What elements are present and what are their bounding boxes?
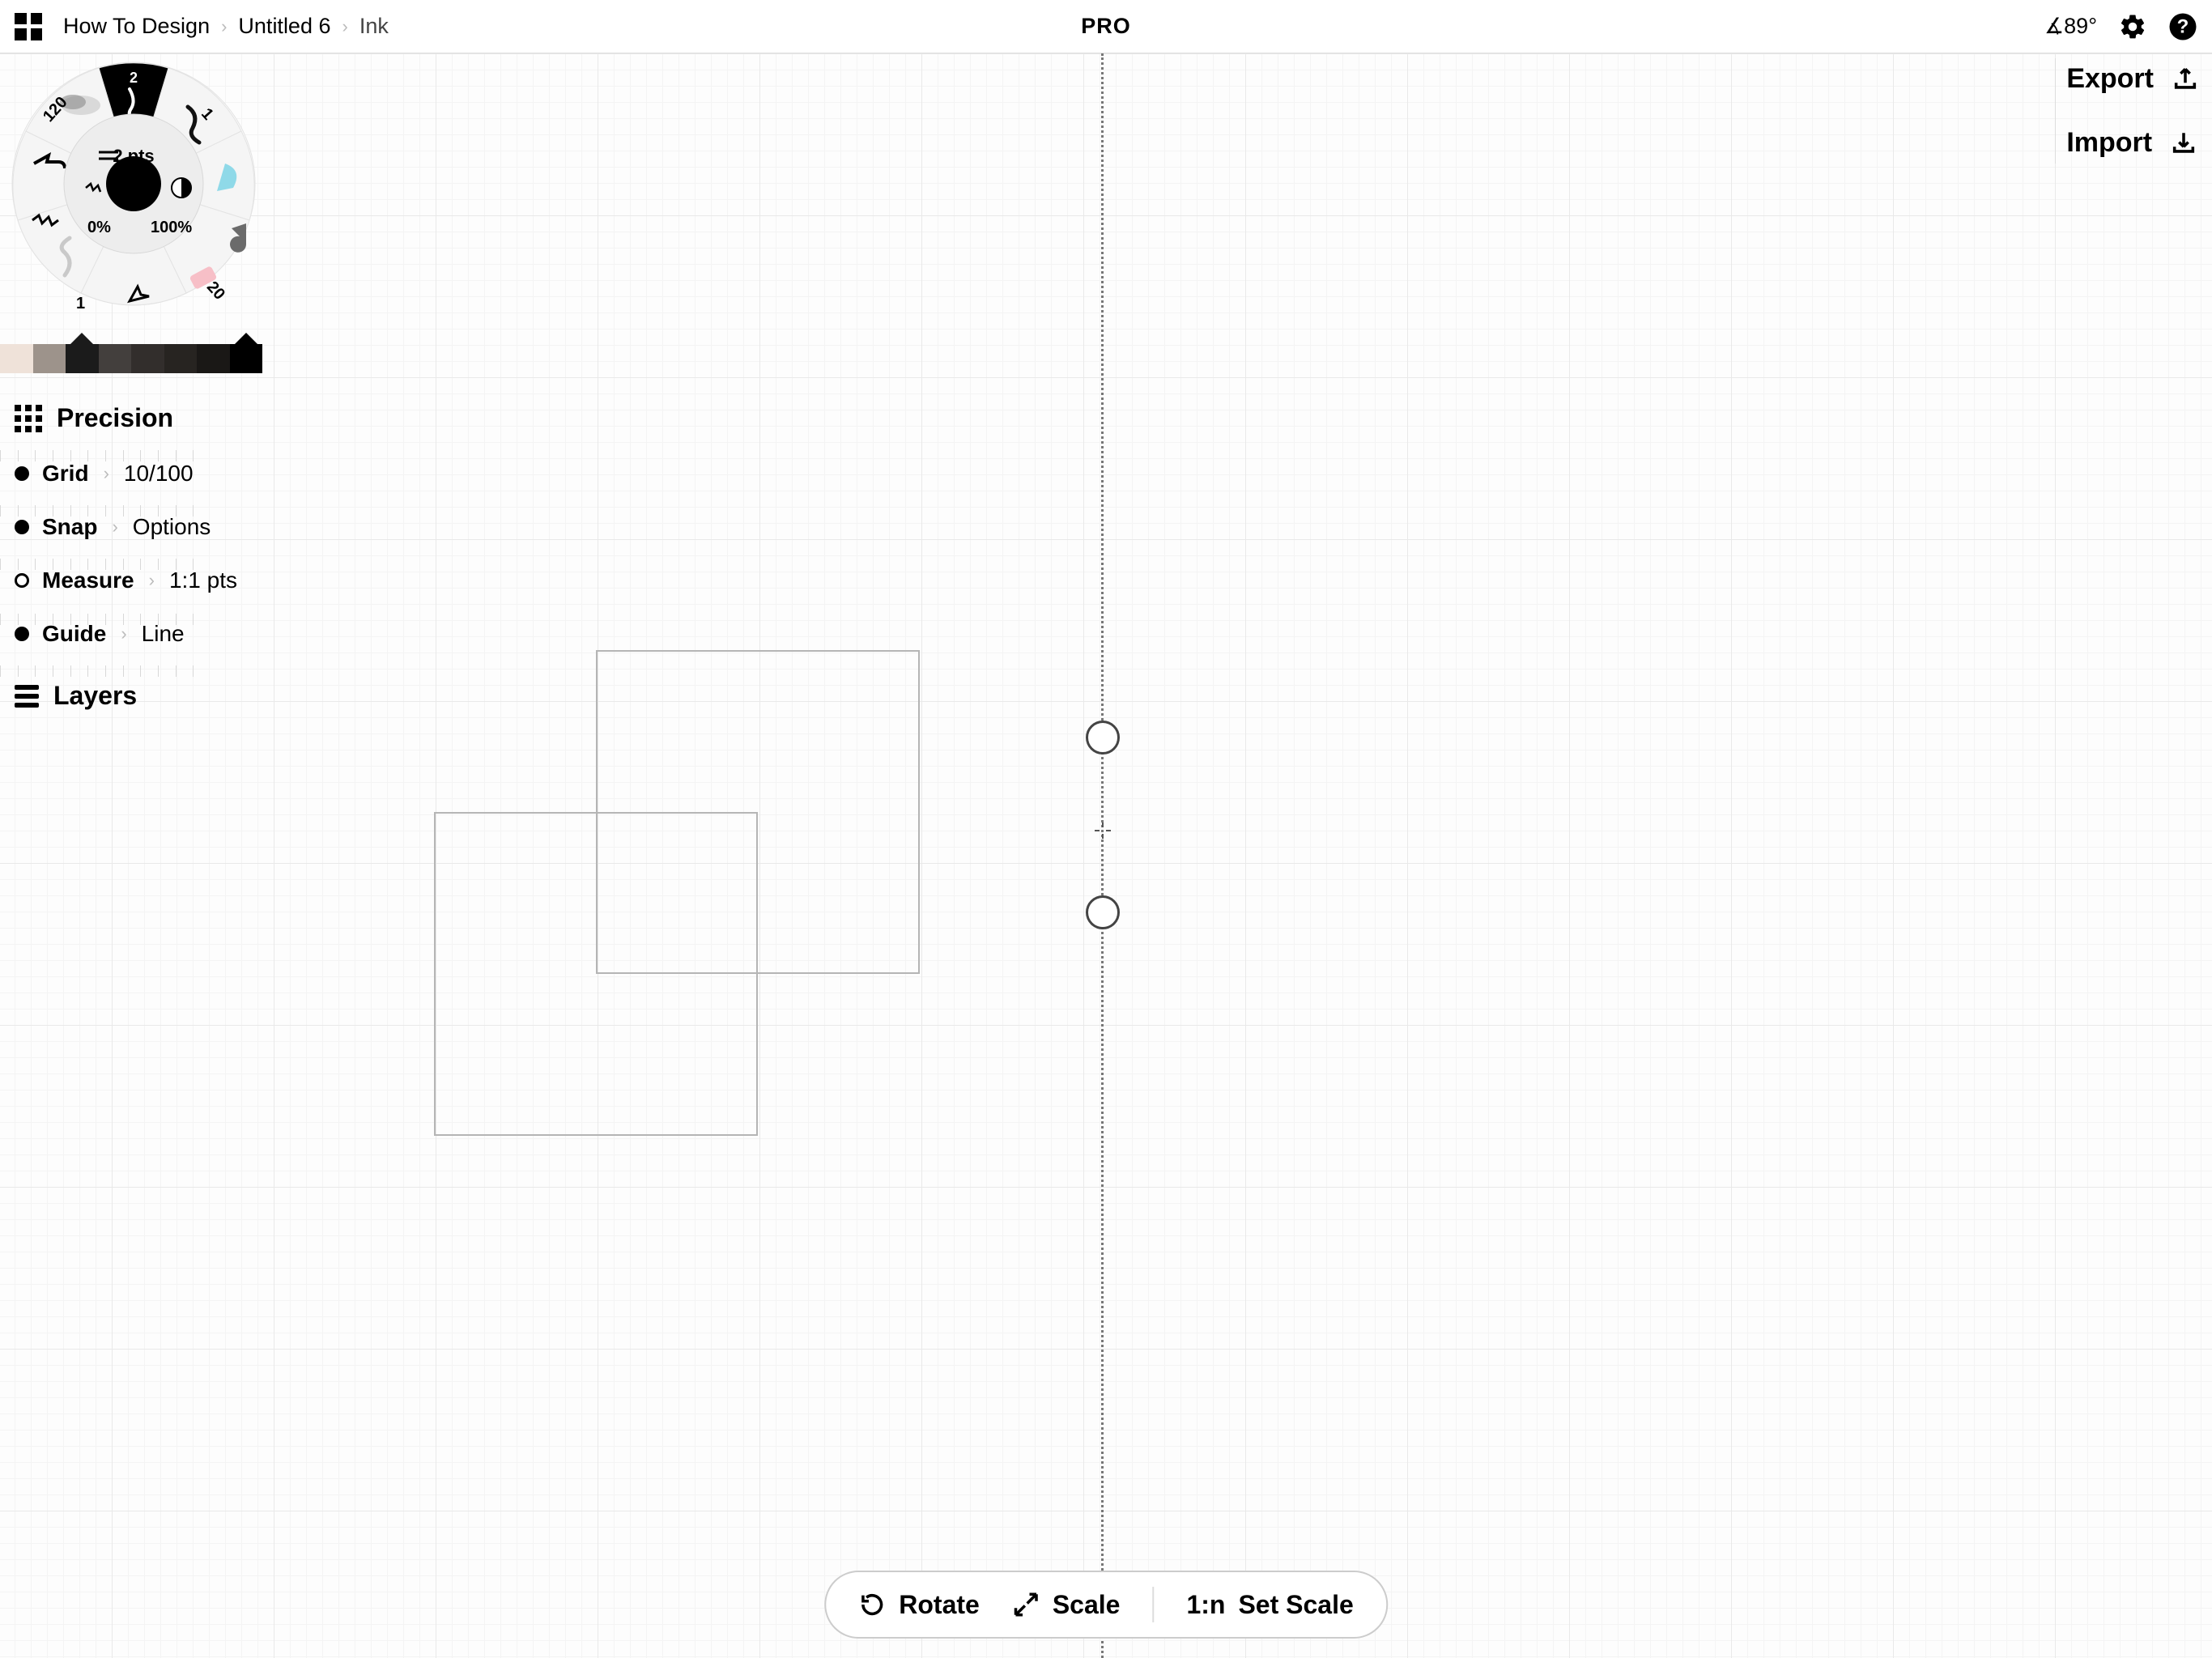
angle-readout[interactable]: ∡89°: [2044, 14, 2097, 39]
precision-row-snap[interactable]: Snap › Options: [15, 514, 237, 540]
color-swatch[interactable]: [230, 344, 263, 373]
segment-label: 1: [76, 295, 85, 313]
precision-row-guide[interactable]: Guide › Line: [15, 621, 237, 647]
color-swatch[interactable]: [66, 344, 99, 373]
import-label: Import: [2066, 127, 2152, 159]
set-scale-label: Set Scale: [1238, 1590, 1353, 1620]
import-button[interactable]: Import: [2066, 127, 2199, 159]
color-swatch[interactable]: [33, 344, 66, 373]
toggle-dot-icon[interactable]: [15, 466, 29, 481]
export-button[interactable]: Export: [2066, 63, 2199, 95]
stroke-size-label: 2 pts: [113, 146, 154, 167]
io-panel: Export Import: [2066, 63, 2199, 159]
grid-label: Grid: [42, 461, 89, 487]
guide-handle[interactable]: [1086, 721, 1120, 755]
guide-value[interactable]: Line: [142, 621, 185, 647]
color-swatch[interactable]: [131, 344, 164, 373]
drawing-canvas[interactable]: [0, 53, 2212, 1658]
top-bar: How To Design › Untitled 6 › Ink PRO ∡89…: [0, 0, 2212, 53]
chevron-right-icon: ›: [121, 623, 126, 644]
pro-badge[interactable]: PRO: [1081, 14, 1131, 39]
shape-rect[interactable]: [596, 650, 920, 974]
chevron-right-icon: ›: [112, 517, 117, 538]
snap-label: Snap: [42, 514, 97, 540]
scale-label: Scale: [1053, 1590, 1121, 1620]
color-swatch[interactable]: [197, 344, 230, 373]
breadcrumb-doc[interactable]: Untitled 6: [238, 14, 330, 39]
color-swatch[interactable]: [0, 344, 33, 373]
scale-button[interactable]: Scale: [1012, 1590, 1121, 1620]
precision-panel: Precision Grid › 10/100 Snap › Options M…: [15, 403, 237, 711]
color-swatch[interactable]: [99, 344, 132, 373]
grid-value[interactable]: 10/100: [124, 461, 194, 487]
measure-label: Measure: [42, 568, 134, 593]
guide-handle[interactable]: [1086, 895, 1120, 929]
guide-label: Guide: [42, 621, 106, 647]
precision-header[interactable]: Precision: [15, 403, 237, 433]
layers-header[interactable]: Layers: [15, 681, 237, 711]
chevron-right-icon: ›: [342, 16, 348, 37]
export-label: Export: [2066, 63, 2154, 95]
rotate-label: Rotate: [899, 1590, 980, 1620]
chevron-right-icon: ›: [221, 16, 227, 37]
opacity-max-label: 100%: [151, 219, 192, 237]
snap-value[interactable]: Options: [133, 514, 211, 540]
bottom-toolbar: Rotate Scale 1:n Set Scale: [824, 1571, 1388, 1639]
precision-title: Precision: [57, 403, 173, 433]
crosshair-icon: [1095, 823, 1111, 839]
measure-value[interactable]: 1:1 pts: [169, 568, 237, 593]
rotate-button[interactable]: Rotate: [858, 1590, 980, 1620]
tool-wheel[interactable]: 2 2 pts 0% 100%: [8, 58, 259, 309]
help-icon[interactable]: ?: [2168, 12, 2197, 41]
ratio-label: 1:n: [1186, 1590, 1225, 1620]
chevron-right-icon: ›: [149, 570, 155, 591]
opacity-min-label: 0%: [87, 219, 111, 237]
color-swatch[interactable]: [164, 344, 198, 373]
breadcrumb-tool[interactable]: Ink: [359, 14, 389, 39]
vertical-guide[interactable]: [1101, 53, 1104, 1658]
apps-icon[interactable]: [15, 13, 42, 40]
layers-icon: [15, 685, 39, 708]
separator: [1152, 1587, 1154, 1622]
svg-text:?: ?: [2177, 15, 2189, 37]
pen-size-indicator: 2: [130, 70, 138, 86]
set-scale-button[interactable]: 1:n Set Scale: [1186, 1590, 1353, 1620]
chevron-right-icon: ›: [104, 463, 109, 484]
precision-row-measure[interactable]: Measure › 1:1 pts: [15, 568, 237, 593]
toggle-dot-icon[interactable]: [15, 573, 29, 588]
toggle-dot-icon[interactable]: [15, 520, 29, 534]
breadcrumb-root[interactable]: How To Design: [63, 14, 210, 39]
color-palette[interactable]: [0, 344, 262, 373]
precision-row-grid[interactable]: Grid › 10/100: [15, 461, 237, 487]
gear-icon[interactable]: [2118, 12, 2147, 41]
layers-title: Layers: [53, 681, 137, 711]
grid-dots-icon: [15, 405, 42, 432]
toggle-dot-icon[interactable]: [15, 627, 29, 641]
